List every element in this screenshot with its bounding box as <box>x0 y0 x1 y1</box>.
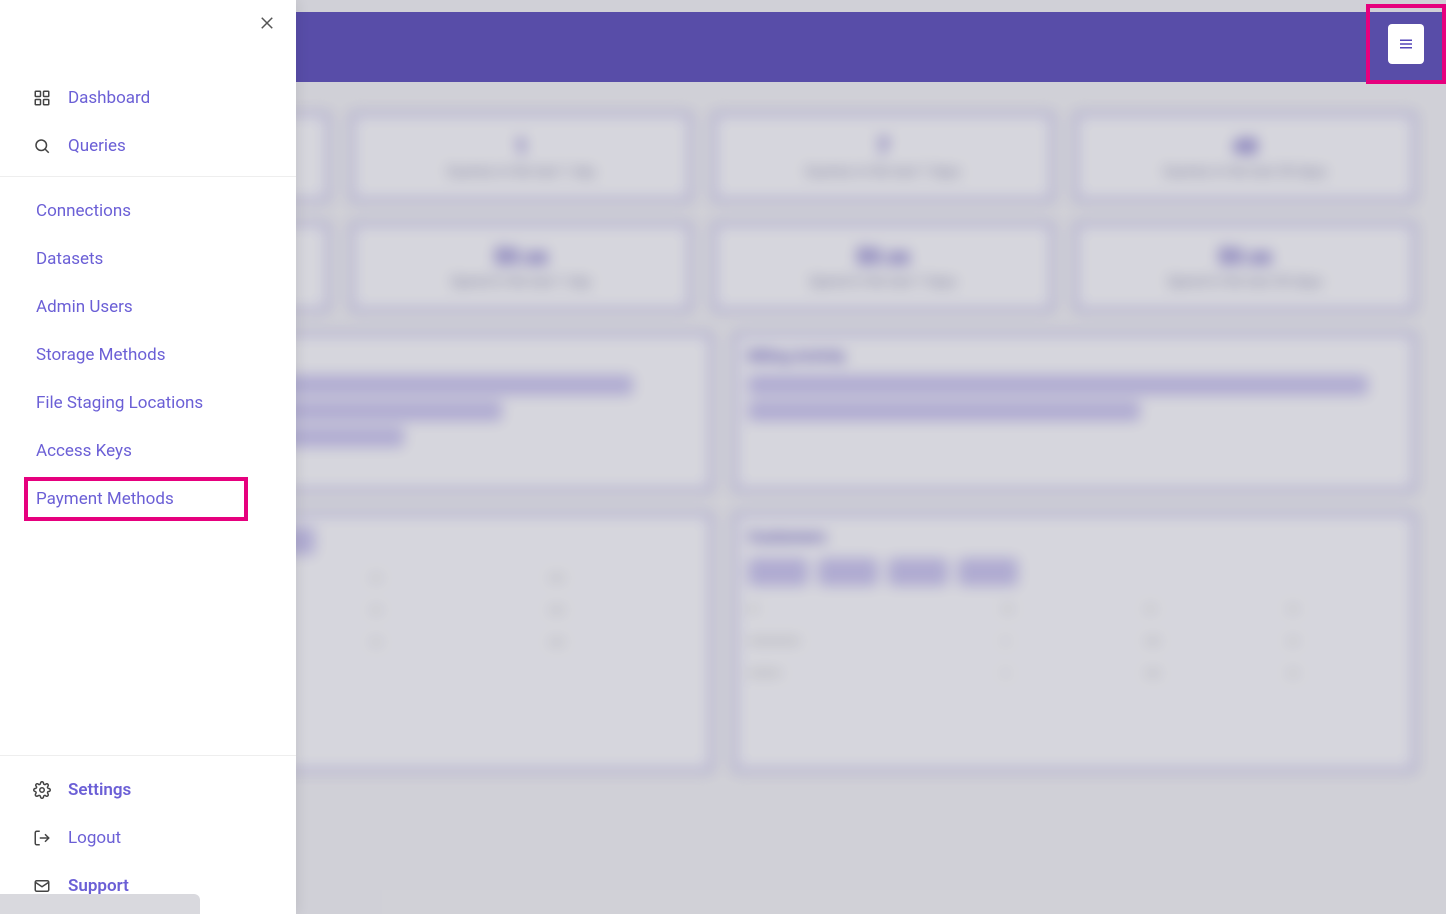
sidebar-item-logout[interactable]: Logout <box>0 814 296 862</box>
sidebar-nav-bottom: Settings Logout Support <box>0 755 296 914</box>
sidebar-item-label: Support <box>68 876 129 896</box>
gear-icon <box>32 780 52 800</box>
menu-toggle-highlight <box>1366 4 1446 84</box>
sidebar-item-label: Admin Users <box>36 297 133 317</box>
close-button[interactable] <box>258 14 276 36</box>
sidebar-drawer: Dashboard Queries Connections Datasets A… <box>0 0 296 914</box>
sidebar-item-datasets[interactable]: Datasets <box>0 235 296 283</box>
sidebar-item-label: Storage Methods <box>36 345 165 365</box>
sidebar-item-queries[interactable]: Queries <box>0 122 296 170</box>
sidebar-item-payment-methods[interactable]: Payment Methods <box>0 475 296 523</box>
menu-toggle-button[interactable] <box>1388 24 1424 64</box>
bottom-shadow <box>0 894 200 914</box>
sidebar-item-label: Dashboard <box>68 88 150 108</box>
sidebar-item-label: File Staging Locations <box>36 393 203 413</box>
sidebar-item-connections[interactable]: Connections <box>0 187 296 235</box>
sidebar-item-label: Connections <box>36 201 131 221</box>
grid-icon <box>32 88 52 108</box>
sidebar-item-label: Access Keys <box>36 441 132 461</box>
sidebar-item-label: Datasets <box>36 249 103 269</box>
hamburger-icon <box>1397 35 1415 53</box>
mail-icon <box>32 876 52 896</box>
sidebar-item-label: Payment Methods <box>36 489 174 509</box>
sidebar-item-file-staging[interactable]: File Staging Locations <box>0 379 296 427</box>
sidebar-nav-primary: Dashboard Queries <box>0 0 296 170</box>
sidebar-item-label: Logout <box>68 828 121 848</box>
sidebar-nav-secondary: Connections Datasets Admin Users Storage… <box>0 176 296 523</box>
sidebar-item-access-keys[interactable]: Access Keys <box>0 427 296 475</box>
logout-icon <box>32 828 52 848</box>
sidebar-item-settings[interactable]: Settings <box>0 766 296 814</box>
sidebar-item-dashboard[interactable]: Dashboard <box>0 74 296 122</box>
sidebar-item-storage-methods[interactable]: Storage Methods <box>0 331 296 379</box>
search-icon <box>32 136 52 156</box>
sidebar-item-label: Settings <box>68 780 131 800</box>
close-icon <box>258 14 276 32</box>
sidebar-item-admin-users[interactable]: Admin Users <box>0 283 296 331</box>
sidebar-item-label: Queries <box>68 136 126 156</box>
